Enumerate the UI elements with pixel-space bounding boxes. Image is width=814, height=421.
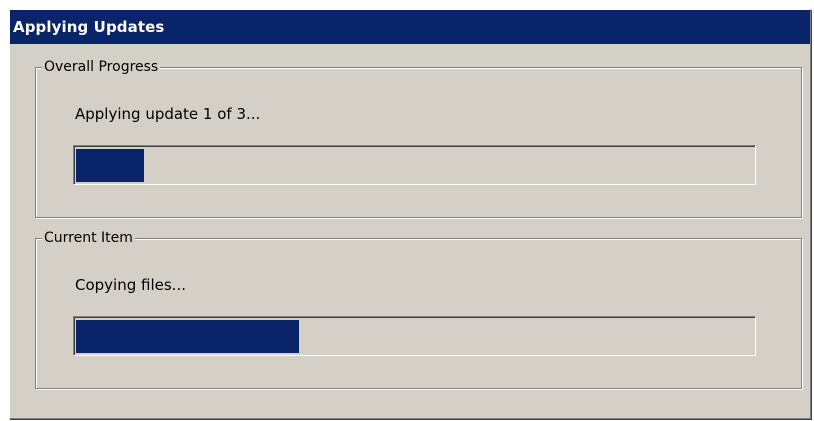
window-title: Applying Updates xyxy=(13,18,165,36)
current-item-legend: Current Item xyxy=(42,229,135,247)
overall-progress-fill xyxy=(76,149,144,182)
overall-progress-group: Overall Progress Applying update 1 of 3.… xyxy=(35,58,802,218)
current-item-progress-fill xyxy=(76,320,299,353)
current-item-group: Current Item Copying files... xyxy=(35,229,802,389)
overall-status-text: Applying update 1 of 3... xyxy=(75,105,261,123)
applying-updates-dialog: Applying Updates Overall Progress Applyi… xyxy=(9,9,811,419)
current-item-status-text: Copying files... xyxy=(75,276,186,294)
overall-progress-legend: Overall Progress xyxy=(42,58,161,76)
current-item-progress-bar xyxy=(73,316,756,356)
title-bar[interactable]: Applying Updates xyxy=(10,10,810,44)
overall-progress-bar xyxy=(73,145,756,185)
